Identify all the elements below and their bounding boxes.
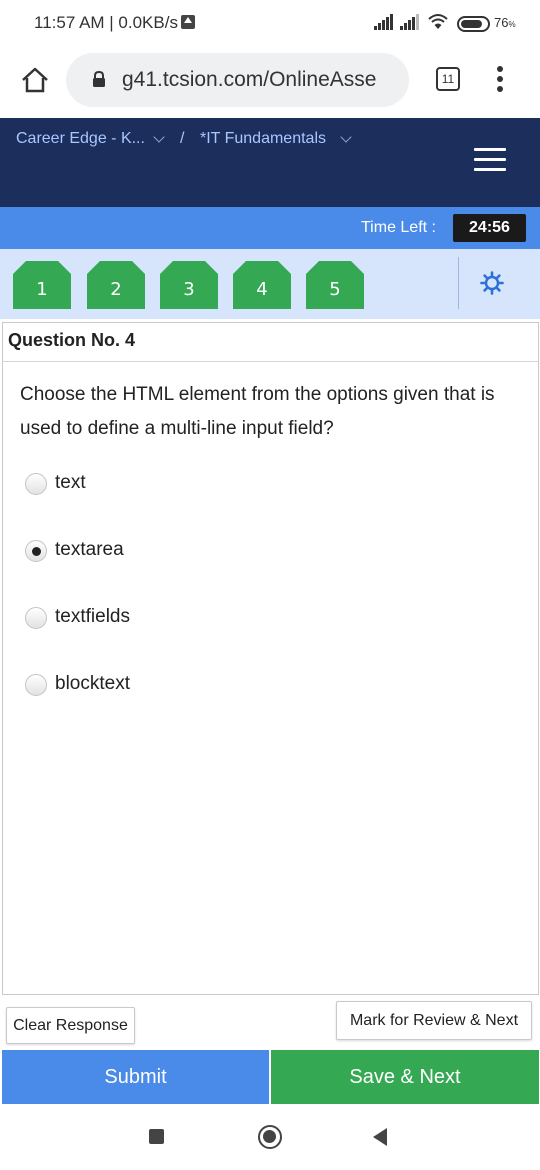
wifi-icon	[428, 14, 448, 29]
clear-response-button[interactable]: Clear Response	[6, 1007, 135, 1044]
mark-for-review-button[interactable]: Mark for Review & Next	[336, 1001, 532, 1040]
battery-level: 76%	[494, 15, 516, 30]
recents-icon[interactable]	[149, 1129, 164, 1144]
timer-label: Time Left :	[361, 219, 436, 236]
battery-icon	[457, 16, 490, 32]
radio-button-selected[interactable]	[25, 540, 47, 562]
question-palette-button-1[interactable]: 1	[13, 261, 71, 309]
submit-button[interactable]: Submit	[2, 1050, 269, 1104]
gear-icon[interactable]	[480, 271, 504, 295]
home-icon[interactable]	[20, 65, 50, 95]
save-and-next-button[interactable]: Save & Next	[271, 1050, 539, 1104]
question-divider	[3, 361, 538, 362]
breadcrumb-section[interactable]: *IT Fundamentals	[200, 130, 352, 148]
palette-divider	[458, 257, 459, 309]
radio-button[interactable]	[25, 674, 47, 696]
option-label: text	[55, 472, 86, 493]
radio-button[interactable]	[25, 473, 47, 495]
signal-icon	[374, 14, 394, 30]
timer-value: 24:56	[453, 214, 526, 242]
chevron-down-icon	[340, 131, 352, 143]
question-palette-button-5[interactable]: 5	[306, 261, 364, 309]
option-label: blocktext	[55, 673, 130, 694]
question-palette-button-2[interactable]: 2	[87, 261, 145, 309]
radio-button[interactable]	[25, 607, 47, 629]
option-label: textfields	[55, 606, 130, 627]
question-text: Choose the HTML element from the options…	[20, 384, 495, 439]
question-palette: 1 2 3 4 5	[0, 249, 540, 319]
back-icon[interactable]	[373, 1128, 387, 1146]
upload-icon	[181, 15, 195, 29]
question-panel: Question No. 4 Choose the HTML element f…	[2, 322, 539, 995]
address-bar[interactable]: g41.tcsion.com/OnlineAsse	[66, 53, 409, 107]
question-title: Question No. 4	[8, 330, 136, 350]
system-nav-bar	[0, 1108, 540, 1170]
timer-bar: Time Left : 24:56	[0, 207, 540, 249]
breadcrumb-separator: /	[180, 130, 185, 147]
home-button-icon[interactable]	[258, 1125, 282, 1149]
status-bar: 11:57 AM | 0.0KB/s 76%	[0, 0, 540, 48]
browser-toolbar: g41.tcsion.com/OnlineAsse 11	[0, 48, 540, 118]
question-palette-button-3[interactable]: 3	[160, 261, 218, 309]
app-header: Career Edge - K... / *IT Fundamentals	[0, 118, 540, 207]
signal-icon-2	[400, 14, 420, 30]
option-label: textarea	[55, 539, 124, 560]
url-text: g41.tcsion.com/OnlineAsse	[122, 68, 377, 91]
breadcrumb-course[interactable]: Career Edge - K...	[16, 130, 165, 148]
question-palette-button-4[interactable]: 4	[233, 261, 291, 309]
chevron-down-icon	[153, 131, 165, 143]
hamburger-menu-icon[interactable]	[474, 148, 506, 172]
more-menu-icon[interactable]	[496, 66, 504, 96]
status-time: 11:57 AM | 0.0KB/s	[34, 13, 178, 32]
lock-icon	[93, 71, 105, 87]
tab-switcher-button[interactable]: 11	[436, 67, 460, 91]
